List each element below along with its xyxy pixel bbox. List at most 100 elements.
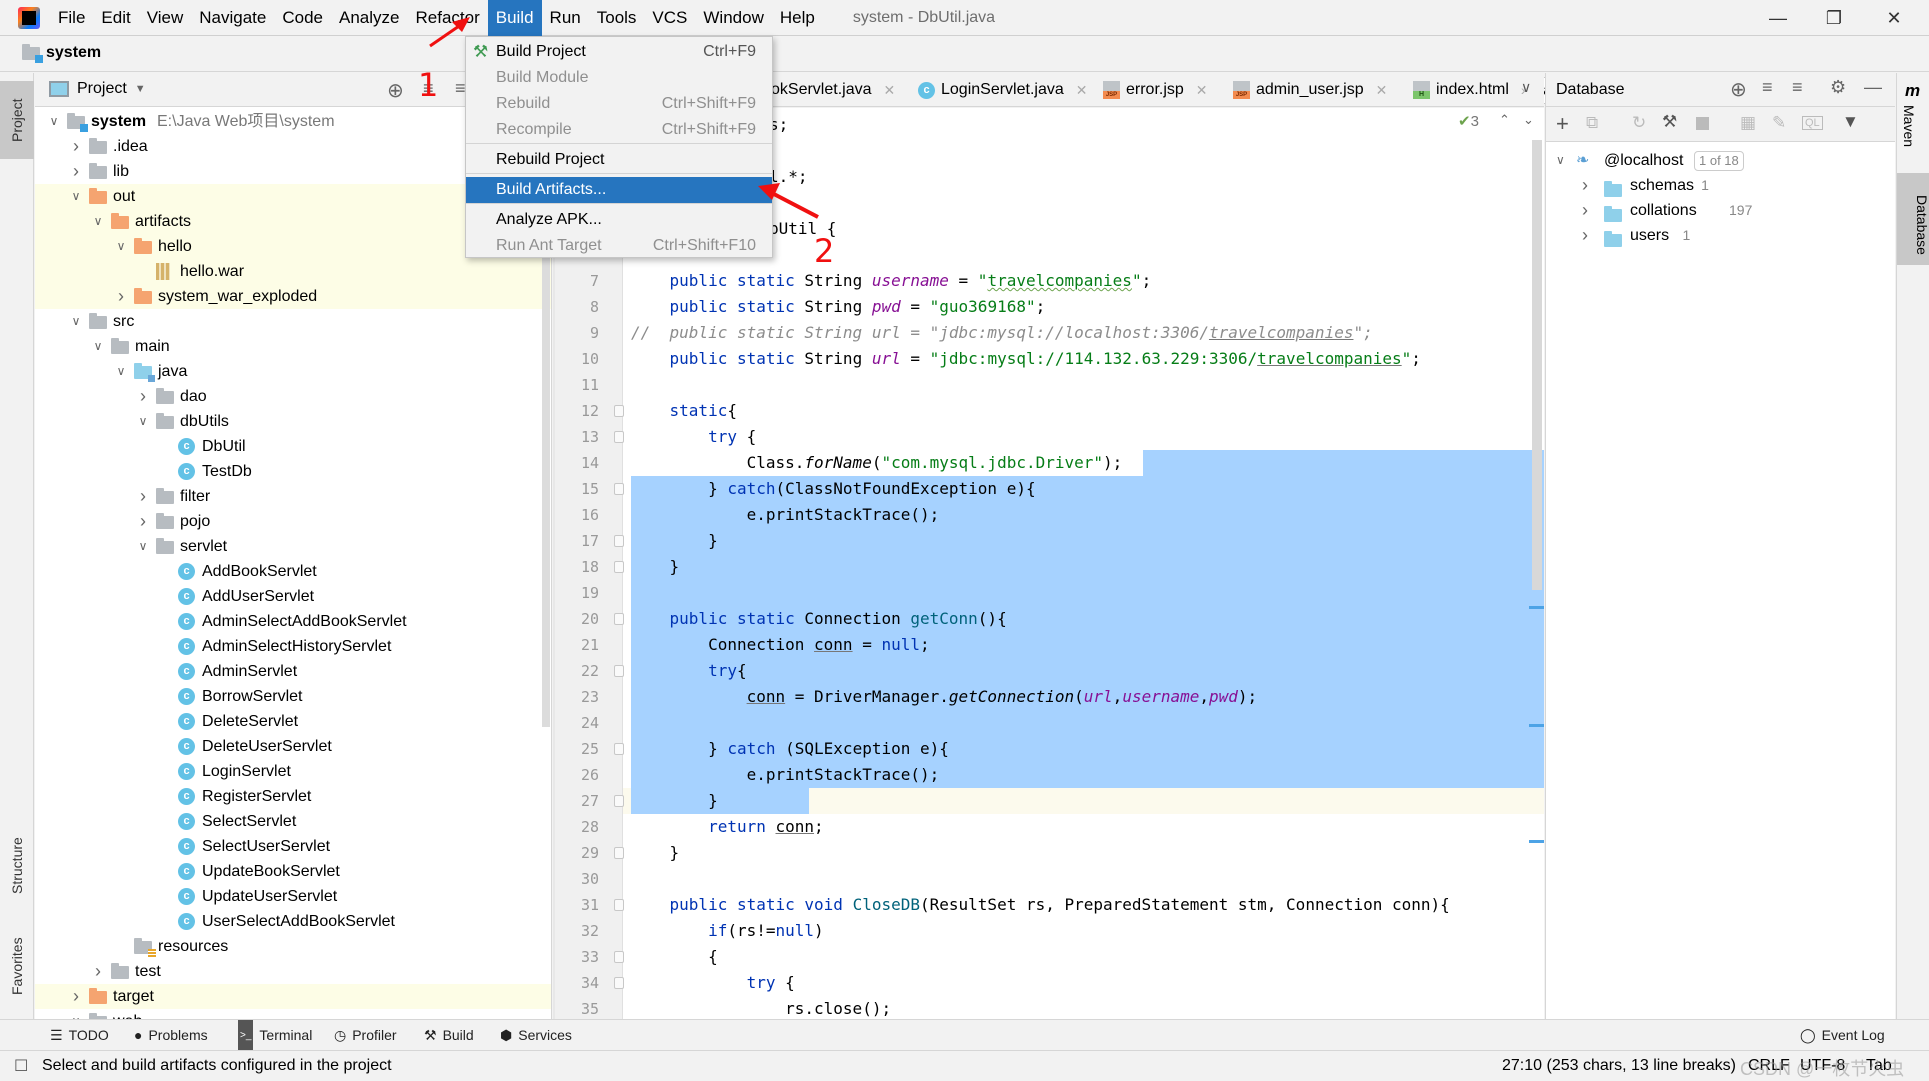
menu-item-build-artifacts[interactable]: Build Artifacts... [466, 177, 772, 203]
restore-button[interactable]: ❐ [1806, 0, 1862, 36]
data-source-properties-icon[interactable]: ⚒ [1662, 112, 1677, 132]
code-line[interactable]: 17 } [553, 528, 1544, 554]
fold-marker-icon[interactable] [614, 483, 624, 495]
edit-icon[interactable]: ✎ [1772, 113, 1786, 133]
chevron-right-icon[interactable]: › [69, 134, 83, 159]
fold-marker-icon[interactable] [614, 951, 624, 963]
chevron-down-icon[interactable]: ∨ [69, 1009, 83, 1019]
code-line[interactable]: 21 Connection conn = null; [553, 632, 1544, 658]
code-line[interactable]: 20 public static Connection getConn(){ [553, 606, 1544, 632]
menu-item-build-module[interactable]: Build Module [466, 65, 772, 91]
menu-item-rebuild[interactable]: Rebuild Ctrl+Shift+F9 [466, 91, 772, 117]
code-line[interactable]: 18 } [553, 554, 1544, 580]
next-highlight-icon[interactable]: ⌄ [1523, 112, 1534, 128]
editor-tab[interactable]: admin_user.jsp ✕ [1233, 73, 1387, 107]
close-tab-icon[interactable]: ✕ [884, 73, 896, 107]
code-line[interactable]: 11 [553, 372, 1544, 398]
chevron-right-icon[interactable]: › [136, 384, 150, 409]
chevron-right-icon[interactable]: › [1582, 223, 1588, 248]
fold-marker-icon[interactable] [614, 847, 624, 859]
tree-item[interactable]: › system_war_exploded [35, 284, 551, 309]
fold-marker-icon[interactable] [614, 743, 624, 755]
code-line[interactable]: 22 try{ [553, 658, 1544, 684]
code-line[interactable]: 16 e.printStackTrace(); [553, 502, 1544, 528]
editor-tab[interactable]: c LoginServlet.java ✕ [918, 73, 1087, 107]
table-editor-icon[interactable]: ▦ [1740, 113, 1756, 133]
collapse-all-icon[interactable]: ≡ [1792, 77, 1803, 98]
locate-file-icon[interactable]: ⊕ [387, 78, 404, 103]
expand-all-icon[interactable]: ≡ [1762, 77, 1773, 98]
code-line[interactable]: 32 if(rs!=null) [553, 918, 1544, 944]
tree-item[interactable]: resources [35, 934, 551, 959]
tree-item[interactable]: c AddUserServlet [35, 584, 551, 609]
tree-item[interactable]: c AdminSelectAddBookServlet [35, 609, 551, 634]
chevron-down-icon[interactable]: ∨ [114, 234, 128, 259]
menu-item-recompile[interactable]: Recompile Ctrl+Shift+F9 [466, 117, 772, 143]
tree-item[interactable]: › test [35, 959, 551, 984]
menu-edit[interactable]: Edit [93, 0, 138, 36]
chevron-down-icon[interactable]: ∨ [69, 184, 83, 209]
fold-marker-icon[interactable] [614, 535, 624, 547]
fold-marker-icon[interactable] [614, 613, 624, 625]
chevron-down-icon[interactable]: ∨ [47, 109, 61, 134]
toggle-tool-windows-icon[interactable]: ☐ [14, 1056, 28, 1076]
menu-item-rebuild-project[interactable]: Rebuild Project [466, 147, 772, 173]
menu-item-run-ant-target[interactable]: Run Ant Target Ctrl+Shift+F10 [466, 233, 772, 259]
code-line[interactable]: 12 static{ [553, 398, 1544, 424]
code-line[interactable]: 8 public static String pwd = "guo369168"… [553, 294, 1544, 320]
tree-item[interactable]: c AdminServlet [35, 659, 551, 684]
code-line[interactable]: 27 } [553, 788, 1544, 814]
editor-tab[interactable]: okServlet.java ✕ [771, 73, 895, 107]
tab-profiler[interactable]: ◷ Profiler [334, 1020, 397, 1051]
tree-item[interactable]: c DeleteUserServlet [35, 734, 551, 759]
code-line[interactable]: 23 conn = DriverManager.getConnection(ur… [553, 684, 1544, 710]
query-console-icon[interactable]: QL [1802, 116, 1823, 130]
close-tab-icon[interactable]: ✕ [1376, 73, 1388, 107]
chevron-right-icon[interactable]: › [1582, 198, 1588, 223]
code-line[interactable]: 10 public static String url = "jdbc:mysq… [553, 346, 1544, 372]
breadcrumb[interactable]: system [22, 43, 101, 63]
tab-list-dropdown-icon[interactable]: ∨ [1521, 79, 1531, 96]
editor-tab[interactable]: index.html› [1413, 73, 1526, 107]
tab-database[interactable]: Database [1897, 173, 1929, 265]
tree-item[interactable]: c UpdateUserServlet [35, 884, 551, 909]
editor-scrollbar[interactable] [1532, 140, 1542, 590]
tree-item[interactable]: c DeleteServlet [35, 709, 551, 734]
close-tab-icon[interactable]: ✕ [1076, 73, 1088, 107]
tab-build[interactable]: ⚒ Build [424, 1020, 474, 1051]
tree-item[interactable]: c TestDb [35, 459, 551, 484]
tree-item[interactable]: ∨ web [35, 1009, 551, 1019]
add-data-source-icon[interactable]: + [1556, 111, 1569, 137]
tree-item[interactable]: c AddBookServlet [35, 559, 551, 584]
menu-vcs[interactable]: VCS [644, 0, 695, 36]
tree-item[interactable]: c SelectServlet [35, 809, 551, 834]
chevron-right-icon[interactable]: › [1582, 173, 1588, 198]
tab-todo[interactable]: ☰ TODO [50, 1020, 109, 1051]
tab-structure[interactable]: Structure [0, 821, 34, 911]
menu-window[interactable]: Window [695, 0, 771, 36]
tree-item[interactable]: c SelectUserServlet [35, 834, 551, 859]
menu-tools[interactable]: Tools [589, 0, 645, 36]
code-line[interactable]: 13 try { [553, 424, 1544, 450]
code-line[interactable]: 33 { [553, 944, 1544, 970]
tab-favorites[interactable]: Favorites [0, 921, 34, 1011]
code-line[interactable]: 29 } [553, 840, 1544, 866]
tree-item[interactable]: c AdminSelectHistoryServlet [35, 634, 551, 659]
code-line[interactable]: 7 public static String username = "trave… [553, 268, 1544, 294]
menu-build[interactable]: Build [487, 0, 542, 36]
tree-item[interactable]: hello.war [35, 259, 551, 284]
chevron-down-icon[interactable]: ∨ [136, 409, 150, 434]
chevron-right-icon[interactable]: › [91, 959, 105, 984]
tree-item[interactable]: c LoginServlet [35, 759, 551, 784]
hide-panel-icon[interactable]: — [1864, 77, 1882, 98]
chevron-down-icon[interactable]: ∨ [91, 209, 105, 234]
locate-icon[interactable]: ⊕ [1730, 77, 1747, 102]
tree-item[interactable]: ∨ main [35, 334, 551, 359]
code-line[interactable]: 31 public static void CloseDB(ResultSet … [553, 892, 1544, 918]
code-line[interactable]: 24 [553, 710, 1544, 736]
chevron-down-icon[interactable]: ∨ [91, 334, 105, 359]
chevron-right-icon[interactable]: › [114, 284, 128, 309]
tree-item[interactable]: ∨ java [35, 359, 551, 384]
code-line[interactable]: 35 rs.close(); [553, 996, 1544, 1019]
close-tab-icon[interactable]: ✕ [1196, 73, 1208, 107]
